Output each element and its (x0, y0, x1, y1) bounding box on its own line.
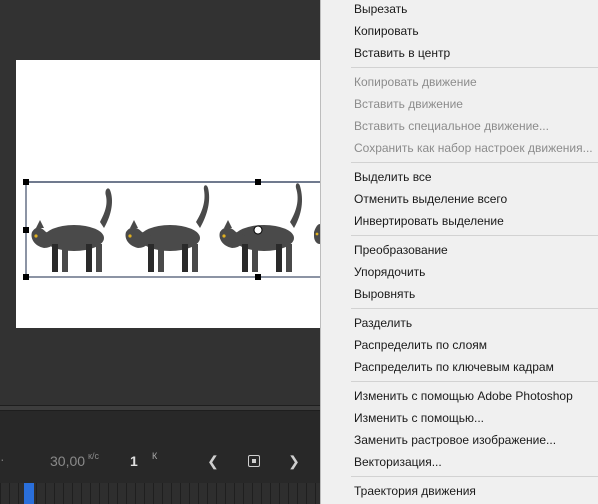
menu-separator (351, 235, 598, 236)
context-menu: Вырезать Копировать Вставить в центр Коп… (320, 0, 598, 504)
timeline-panel: · 30,00 к/с 1 К ❮ ❯ (0, 411, 320, 504)
menu-item-transform[interactable]: Преобразование (354, 240, 448, 260)
menu-item-distribute-to-keyframes[interactable]: Распределить по ключевым кадрам (354, 357, 554, 377)
menu-item-copy-motion: Копировать движение (354, 75, 477, 89)
timeline-frame-ruler[interactable] (0, 483, 320, 504)
menu-separator (351, 476, 598, 477)
menu-item-align[interactable]: Выровнять (354, 284, 415, 304)
fps-value[interactable]: 30,00 (50, 453, 85, 469)
menu-item-edit-with[interactable]: Изменить с помощью... (354, 408, 484, 428)
handle-middle-left[interactable] (23, 227, 29, 233)
menu-item-save-motion-preset: Сохранить как набор настроек движения... (354, 141, 593, 155)
menu-separator (351, 381, 598, 382)
menu-separator (351, 67, 598, 68)
menu-item-paste-special-motion: Вставить специальное движение... (354, 119, 549, 133)
menu-item-paste-motion: Вставить движение (354, 97, 463, 111)
menu-separator (351, 308, 598, 309)
menu-item-cut[interactable]: Вырезать (354, 0, 407, 19)
menu-item-paste-in-center[interactable]: Вставить в центр (354, 43, 450, 63)
cat-sprite-1 (31, 188, 112, 272)
menu-separator (351, 162, 598, 163)
cat-sprite-2 (125, 185, 210, 272)
menu-item-break-apart[interactable]: Разделить (354, 313, 412, 333)
menu-item-select-all[interactable]: Выделить все (354, 167, 432, 187)
handle-bottom-left[interactable] (23, 274, 29, 280)
menu-item-arrange[interactable]: Упорядочить (354, 262, 425, 282)
current-frame-value[interactable]: 1 (130, 453, 138, 469)
selected-bitmap[interactable] (0, 0, 320, 405)
chevron-right-icon[interactable]: ❯ (285, 453, 303, 469)
timeline-toolbar: · 30,00 к/с 1 К ❮ ❯ (0, 411, 320, 483)
menu-item-copy[interactable]: Копировать (354, 21, 419, 41)
chevron-left-icon[interactable]: ❮ (204, 453, 222, 469)
menu-item-motion-path[interactable]: Траектория движения (354, 481, 476, 501)
menu-item-deselect-all[interactable]: Отменить выделение всего (354, 189, 507, 209)
frame-unit: К (152, 451, 158, 461)
menu-item-swap-bitmap[interactable]: Заменить растровое изображение... (354, 430, 556, 450)
menu-item-invert-selection[interactable]: Инвертировать выделение (354, 211, 504, 231)
menu-item-edit-with-photoshop[interactable]: Изменить с помощью Adobe Photoshop (354, 386, 573, 406)
handle-top-middle[interactable] (255, 179, 261, 185)
transform-point-handle[interactable] (253, 225, 263, 235)
menu-item-distribute-to-layers[interactable]: Распределить по слоям (354, 335, 487, 355)
collapsed-indicator: · (0, 451, 5, 467)
fps-unit: к/с (88, 451, 99, 461)
playhead[interactable] (24, 483, 34, 504)
menu-item-trace-bitmap[interactable]: Векторизация... (354, 452, 442, 472)
editor-workspace (0, 0, 320, 405)
handle-top-left[interactable] (23, 179, 29, 185)
handle-bottom-middle[interactable] (255, 274, 261, 280)
loop-toggle-icon[interactable] (245, 453, 263, 470)
